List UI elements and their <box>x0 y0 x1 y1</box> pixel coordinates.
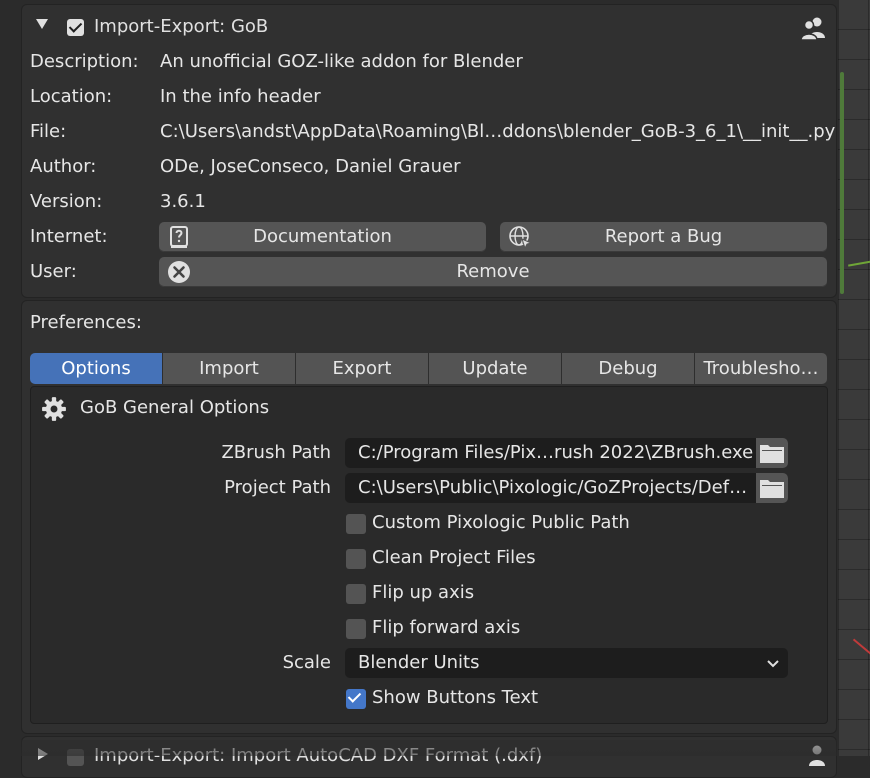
location-value: In the info header <box>160 86 321 107</box>
tab-options[interactable]: Options <box>30 353 163 384</box>
project-path-value: C:\Users\Public\Pixologic/GoZProjects/De… <box>358 477 748 498</box>
flip-forward-axis-label: Flip forward axis <box>372 617 521 638</box>
author-label: Author: <box>30 156 97 177</box>
scale-select[interactable]: Blender Units <box>345 648 788 678</box>
scale-value: Blender Units <box>358 652 480 673</box>
flip-up-axis-checkbox[interactable] <box>346 584 366 604</box>
tab-import[interactable]: Import <box>163 353 296 384</box>
scrollbar[interactable] <box>840 72 844 294</box>
zbrush-path-label: ZBrush Path <box>221 442 331 463</box>
show-buttons-text-label: Show Buttons Text <box>372 687 539 708</box>
scale-label: Scale <box>282 652 331 673</box>
documentation-button-label: Documentation <box>253 226 392 247</box>
version-value: 3.6.1 <box>160 191 206 212</box>
description-value: An unofficial GOZ-like addon for Blender <box>160 51 523 72</box>
file-value: C:\Users\andst\AppData\Roaming\Bl…ddons\… <box>160 121 836 142</box>
zbrush-path-field[interactable]: C:/Program Files/Pix…rush 2022\ZBrush.ex… <box>345 438 788 468</box>
tab-troubleshooting[interactable]: Troublesho… <box>695 353 827 384</box>
collapse-arrow-icon[interactable] <box>36 19 48 29</box>
project-path-field[interactable]: C:\Users\Public\Pixologic/GoZProjects/De… <box>345 473 788 503</box>
zbrush-path-value: C:/Program Files/Pix…rush 2022\ZBrush.ex… <box>358 442 754 463</box>
project-path-label: Project Path <box>224 477 331 498</box>
remove-button-label: Remove <box>456 261 530 282</box>
report-bug-button-label: Report a Bug <box>604 226 723 247</box>
clean-project-files-label: Clean Project Files <box>372 547 536 568</box>
fade-overlay <box>0 740 838 756</box>
location-label: Location: <box>30 86 113 107</box>
description-label: Description: <box>30 51 139 72</box>
chevron-down-icon <box>767 660 779 668</box>
folder-icon <box>760 445 784 463</box>
preferences-label: Preferences: <box>30 312 142 333</box>
preferences-tabs: Options Import Export Update Debug Troub… <box>30 353 827 384</box>
version-label: Version: <box>30 191 103 212</box>
internet-label: Internet: <box>30 226 108 247</box>
user-label: User: <box>30 261 77 282</box>
author-value: ODe, JoseConseco, Daniel Grauer <box>160 156 461 177</box>
file-label: File: <box>30 121 67 142</box>
clean-project-files-checkbox[interactable] <box>346 549 366 569</box>
addon-enabled-checkbox[interactable] <box>67 19 84 36</box>
section-title: GoB General Options <box>80 397 270 418</box>
flip-up-axis-label: Flip up axis <box>372 582 475 603</box>
tab-debug[interactable]: Debug <box>562 353 695 384</box>
remove-button[interactable]: Remove <box>159 257 827 287</box>
addon-panel <box>21 4 837 298</box>
flip-forward-axis-checkbox[interactable] <box>346 619 366 639</box>
gear-icon <box>42 397 66 421</box>
custom-public-path-label: Custom Pixologic Public Path <box>372 512 630 533</box>
zbrush-path-browse-button[interactable] <box>756 438 788 468</box>
show-buttons-text-checkbox[interactable] <box>346 689 366 709</box>
documentation-button[interactable]: Documentation <box>159 222 486 252</box>
addon-title: Import-Export: GoB <box>94 16 269 37</box>
custom-public-path-checkbox[interactable] <box>346 514 366 534</box>
report-bug-button[interactable]: Report a Bug <box>500 222 827 252</box>
tab-update[interactable]: Update <box>429 353 562 384</box>
project-path-browse-button[interactable] <box>756 473 788 503</box>
users-icon <box>800 17 825 40</box>
tab-export[interactable]: Export <box>296 353 429 384</box>
folder-icon <box>760 480 784 498</box>
